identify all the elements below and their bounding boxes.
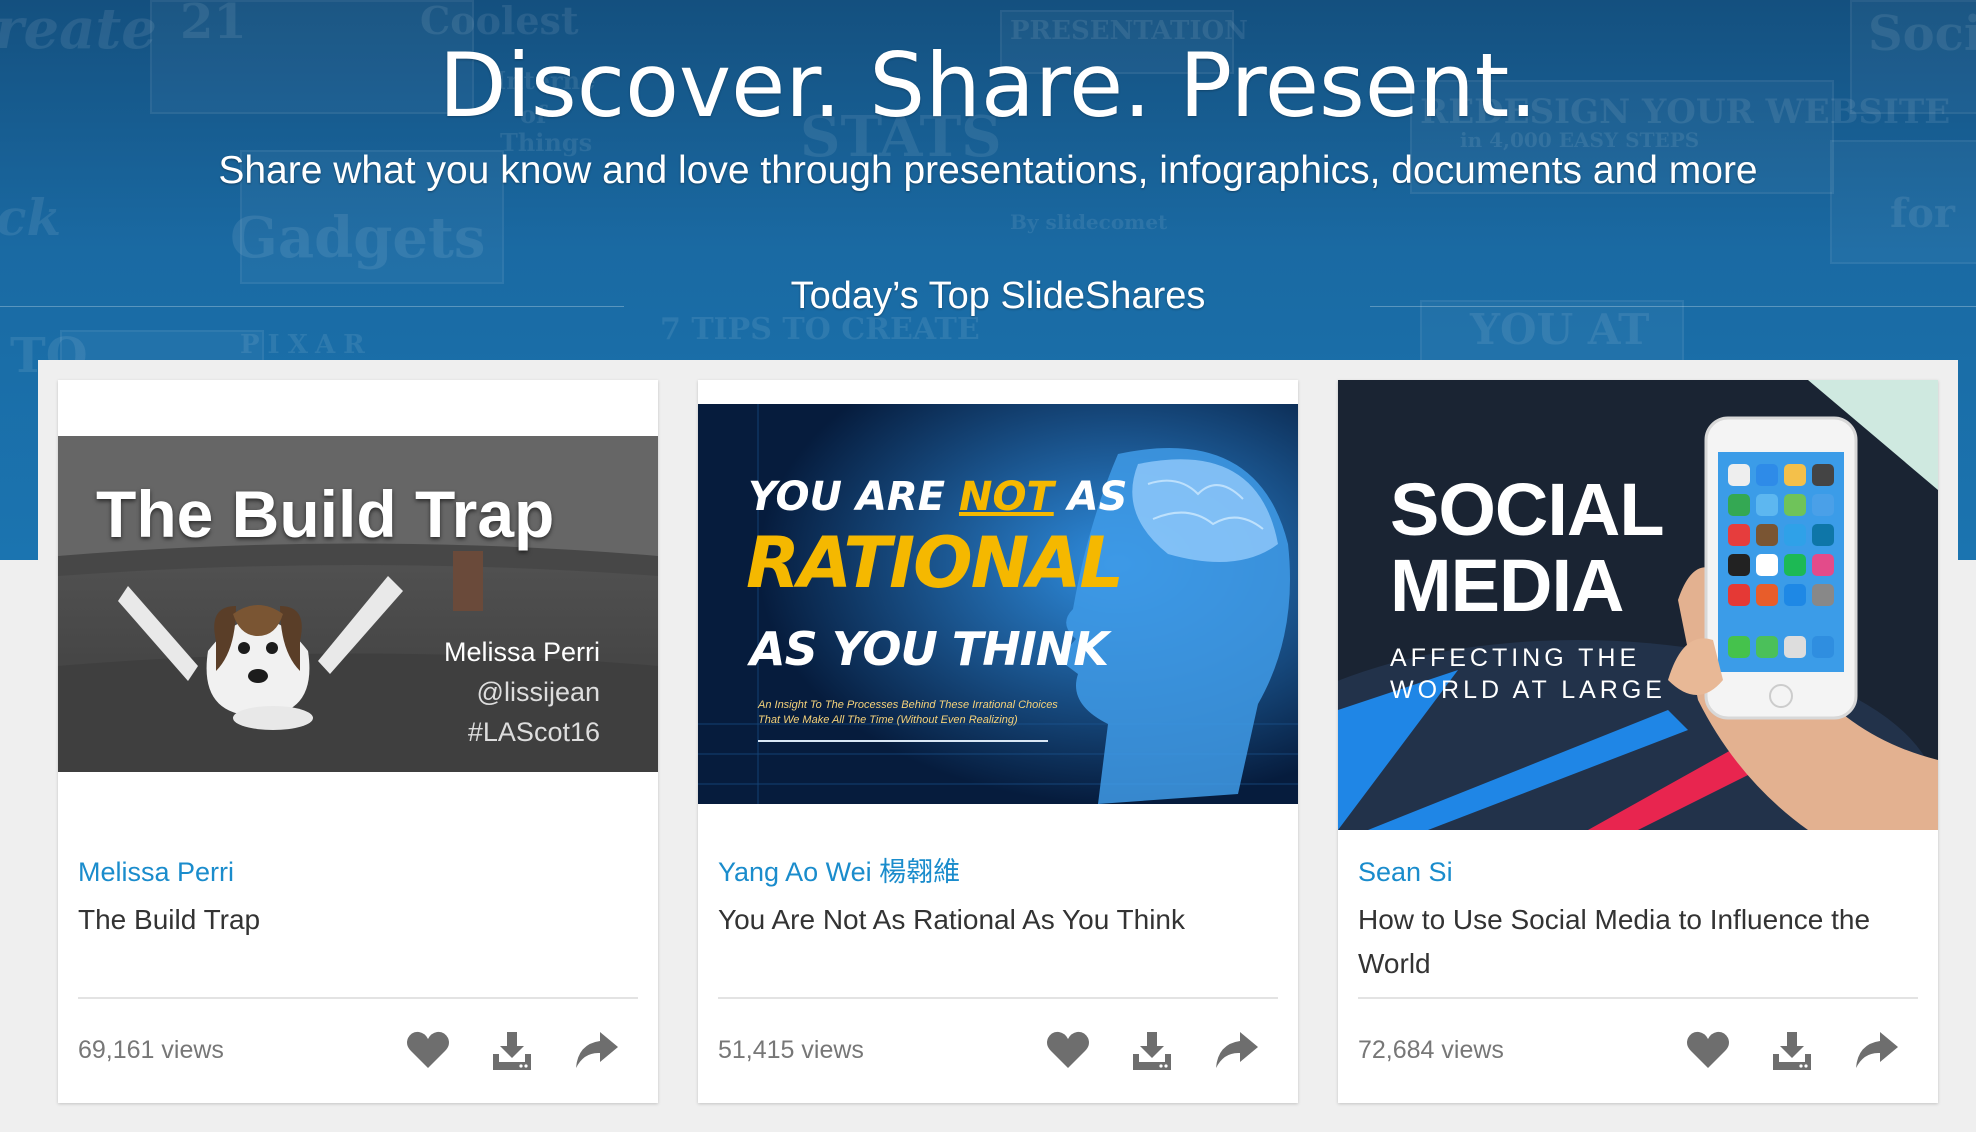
slideshow-card[interactable]: The Build Trap Melissa Perri @lissijean …: [58, 380, 658, 1103]
slideshow-title-link[interactable]: You Are Not As Rational As You Think: [718, 898, 1278, 942]
thumb-line: SOCIAL: [1390, 468, 1665, 551]
like-button[interactable]: [404, 1026, 452, 1074]
download-icon: [1133, 1032, 1171, 1070]
thumb-subhead: AFFECTING THE WORLD AT LARGE: [1390, 642, 1666, 706]
like-button[interactable]: [1684, 1026, 1732, 1074]
slide-thumbnail[interactable]: YOU ARE NOT AS RATIONAL AS YOU THINK An …: [698, 404, 1298, 804]
slide-thumbnail[interactable]: SOCIAL MEDIA AFFECTING THE WORLD AT LARG…: [1338, 380, 1938, 830]
thumb-word: YOU ARE: [748, 474, 959, 520]
share-icon: [576, 1032, 618, 1068]
view-count: 51,415 views: [718, 1036, 864, 1064]
thumb-line: @lissijean: [476, 677, 600, 707]
download-icon: [493, 1032, 531, 1070]
author-link[interactable]: Melissa Perri: [78, 854, 234, 890]
slide-thumbnail[interactable]: The Build Trap Melissa Perri @lissijean …: [58, 436, 658, 772]
slideshow-card[interactable]: YOU ARE NOT AS RATIONAL AS YOU THINK An …: [698, 380, 1298, 1103]
thumb-word: AS: [1053, 474, 1128, 520]
slideshow-title-link[interactable]: How to Use Social Media to Influence the…: [1358, 898, 1918, 986]
thumb-caption: An Insight To The Processes Behind These…: [758, 698, 1058, 728]
bg-word: for: [1890, 190, 1955, 237]
thumb-line: AFFECTING THE: [1390, 644, 1641, 672]
author-link[interactable]: Yang Ao Wei 楊翱維: [718, 854, 960, 890]
bg-word: Gadgets: [230, 205, 486, 271]
thumb-small-line: That We Make All The Time (Without Even …: [758, 714, 1018, 726]
slideshow-card[interactable]: SOCIAL MEDIA AFFECTING THE WORLD AT LARG…: [1338, 380, 1938, 1103]
hero-title: Discover. Share. Present.: [438, 34, 1538, 137]
author-link[interactable]: Sean Si: [1358, 854, 1453, 890]
share-button[interactable]: [1212, 1026, 1260, 1074]
heart-icon: [1047, 1031, 1089, 1068]
like-button[interactable]: [1044, 1026, 1092, 1074]
thumb-line: #LAScot16: [467, 717, 600, 747]
view-count: 69,161 views: [78, 1036, 224, 1064]
thumb-rule: [758, 740, 1048, 742]
thumb-line: MEDIA: [1390, 544, 1624, 627]
share-icon: [1216, 1032, 1258, 1068]
view-count: 72,684 views: [1358, 1036, 1504, 1064]
divider: [1358, 997, 1918, 999]
thumb-headline: The Build Trap: [96, 477, 555, 551]
share-button[interactable]: [1852, 1026, 1900, 1074]
bg-word: ck: [0, 188, 62, 247]
section-header: Today’s Top SlideShares: [0, 268, 1976, 324]
brain-cover-art: [698, 404, 1298, 804]
divider: [718, 997, 1278, 999]
thumb-line: RATIONAL: [746, 522, 1124, 604]
thumb-line: YOU ARE NOT AS: [748, 474, 1127, 520]
download-button[interactable]: [488, 1026, 536, 1074]
heart-icon: [407, 1031, 449, 1068]
thumb-byline: Melissa Perri @lissijean #LAScot16: [444, 632, 600, 752]
thumb-line: Melissa Perri: [443, 637, 600, 667]
download-button[interactable]: [1128, 1026, 1176, 1074]
download-button[interactable]: [1768, 1026, 1816, 1074]
bg-word: PIXAR: [240, 330, 373, 360]
thumb-line: WORLD AT LARGE: [1390, 676, 1666, 704]
section-title: Today’s Top SlideShares: [790, 275, 1206, 317]
hero-subtitle: Share what you know and love through pre…: [218, 149, 1758, 192]
share-button[interactable]: [572, 1026, 620, 1074]
bg-word: By slidecomet: [1010, 210, 1168, 234]
thumb-headline: SOCIAL MEDIA: [1390, 468, 1665, 627]
thumb-word: NOT: [958, 474, 1054, 520]
divider: [78, 997, 638, 999]
slideshow-title-link[interactable]: The Build Trap: [78, 898, 638, 942]
download-icon: [1773, 1032, 1811, 1070]
share-icon: [1856, 1032, 1898, 1068]
thumb-line: AS YOU THINK: [750, 622, 1109, 676]
heart-icon: [1687, 1031, 1729, 1068]
thumb-small-line: An Insight To The Processes Behind These…: [758, 699, 1058, 711]
